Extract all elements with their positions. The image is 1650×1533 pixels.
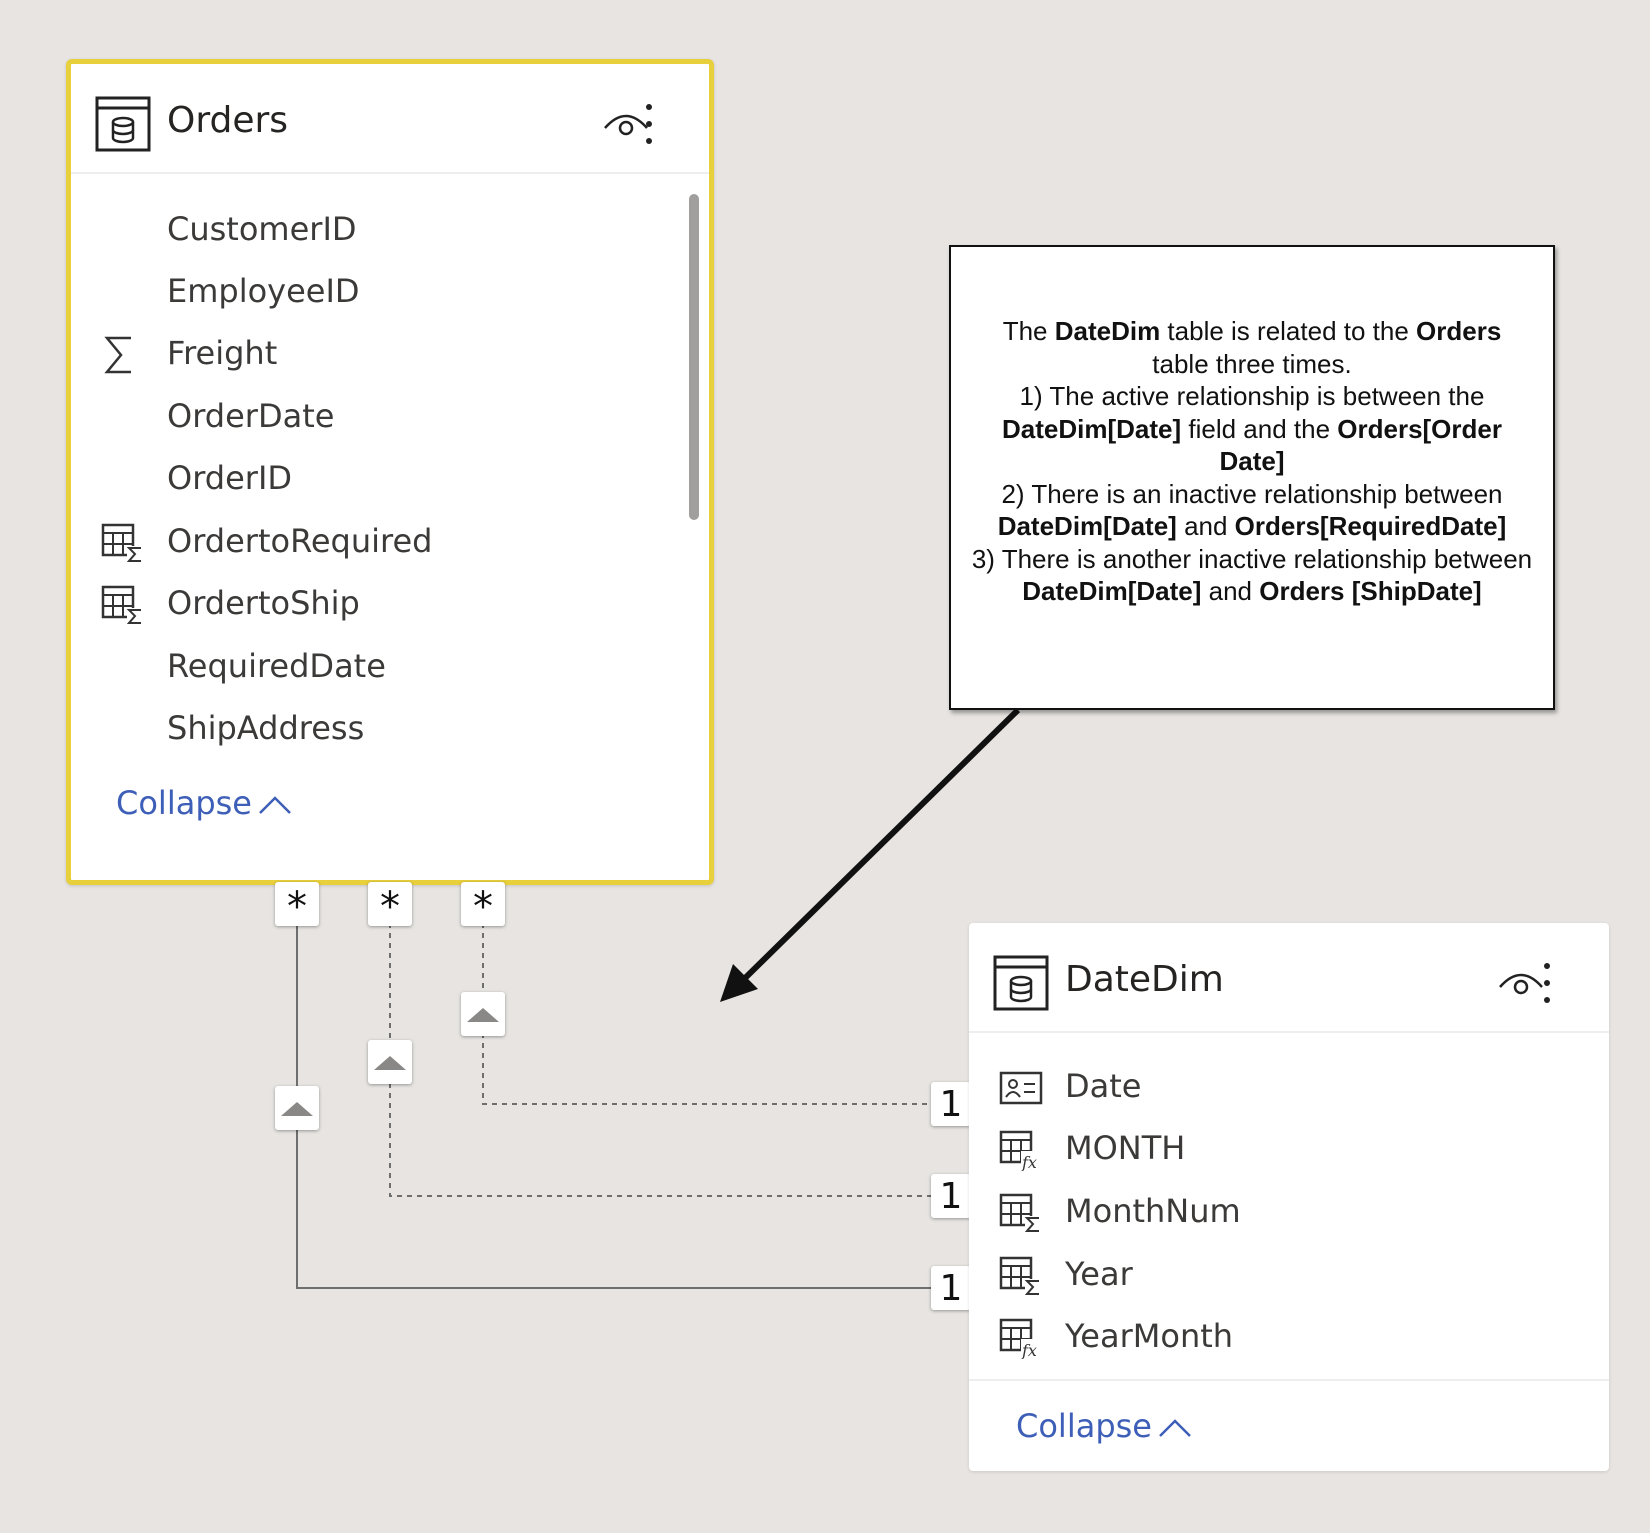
- annotation-fragment: The: [1002, 316, 1055, 346]
- annotation-bold: Orders [ShipDate]: [1259, 576, 1482, 606]
- svg-text:fx: fx: [1021, 1153, 1037, 1171]
- cross-filter-direction-button[interactable]: [461, 992, 505, 1036]
- scrollbar[interactable]: [689, 194, 699, 520]
- calculated-column-sum-icon: [101, 585, 143, 624]
- divider: [969, 1379, 1609, 1381]
- field-month[interactable]: fx MONTH: [969, 1119, 1569, 1179]
- field-name: RequiredDate: [167, 647, 386, 685]
- calculated-column-fx-icon: fx: [999, 1318, 1043, 1359]
- field-ordertorequired[interactable]: OrdertoRequired: [71, 512, 671, 572]
- field-name: Year: [1065, 1255, 1133, 1293]
- chevron-up-icon: [259, 796, 291, 814]
- collapse-label: Collapse: [1016, 1407, 1152, 1445]
- field-name: Date: [1065, 1067, 1142, 1105]
- annotation-bold: DateDim: [1054, 316, 1161, 346]
- field-name: MonthNum: [1065, 1192, 1241, 1230]
- field-monthnum[interactable]: MonthNum: [969, 1182, 1569, 1242]
- field-name: YearMonth: [1065, 1317, 1234, 1355]
- key-column-icon: [999, 1071, 1043, 1105]
- annotation-fragment: 1) The active relationship is between th…: [1019, 381, 1485, 411]
- sigma-icon: [104, 336, 131, 374]
- datedim-table-header: DateDim: [969, 923, 1609, 1033]
- many-cardinality-badge: *: [275, 882, 319, 930]
- calculated-column-sum-icon: [999, 1193, 1041, 1232]
- field-requireddate[interactable]: RequiredDate: [71, 637, 671, 697]
- many-cardinality-badge: *: [461, 882, 505, 930]
- annotation-fragment: table is related to the: [1160, 316, 1417, 346]
- field-name: EmployeeID: [167, 272, 360, 310]
- annotation-bold: Orders: [1416, 316, 1502, 346]
- annotation-fragment: field and the: [1181, 413, 1338, 444]
- filter-direction-up-icon: [467, 1008, 499, 1022]
- orders-table-card[interactable]: Orders CustomerID EmployeeID Freight Ord…: [66, 59, 714, 885]
- field-customerid[interactable]: CustomerID: [71, 200, 671, 260]
- field-name: OrderID: [167, 459, 293, 497]
- many-cardinality-badge: *: [368, 882, 412, 930]
- table-icon: [95, 96, 151, 152]
- one-cardinality-badge: 1: [931, 1266, 971, 1310]
- collapse-button[interactable]: Collapse: [1016, 1407, 1192, 1445]
- orders-table-header: Orders: [71, 64, 709, 174]
- field-yearmonth[interactable]: fx YearMonth: [969, 1307, 1569, 1367]
- annotation-fragment: 2) There is an inactive relationship bet…: [1001, 478, 1503, 509]
- field-name: OrderDate: [167, 397, 335, 435]
- annotation-text: The DateDim table is related to the Orde…: [971, 315, 1533, 608]
- annotation-fragment: and: [1176, 511, 1235, 541]
- field-name: Freight: [167, 334, 278, 372]
- field-name: OrdertoShip: [167, 584, 360, 622]
- datedim-table-title: DateDim: [1065, 959, 1224, 1000]
- field-freight[interactable]: Freight: [71, 324, 671, 384]
- annotation-fragment: and: [1201, 576, 1260, 606]
- field-name: MONTH: [1065, 1129, 1186, 1167]
- field-date[interactable]: Date: [969, 1057, 1569, 1117]
- table-icon: [993, 955, 1049, 1011]
- svg-text:fx: fx: [1021, 1341, 1037, 1359]
- filter-direction-up-icon: [374, 1056, 406, 1070]
- field-employeeid[interactable]: EmployeeID: [71, 262, 671, 322]
- cross-filter-direction-button[interactable]: [275, 1086, 319, 1130]
- field-name: ShipAddress: [167, 709, 365, 747]
- calculated-column-sum-icon: [999, 1256, 1041, 1295]
- calculated-column-fx-icon: fx: [999, 1130, 1043, 1171]
- cross-filter-direction-button[interactable]: [368, 1040, 412, 1084]
- field-orderdate[interactable]: OrderDate: [71, 387, 671, 447]
- annotation-callout: The DateDim table is related to the Orde…: [949, 245, 1555, 710]
- field-name: OrdertoRequired: [167, 522, 433, 560]
- one-cardinality-badge: 1: [931, 1174, 971, 1218]
- field-orderid[interactable]: OrderID: [71, 449, 671, 509]
- relationship-line-inactive-ship[interactable]: [482, 903, 935, 1105]
- annotation-bold: DateDim[Date]: [1022, 576, 1202, 606]
- filter-direction-up-icon: [281, 1102, 313, 1116]
- annotation-bold: Orders[RequiredDate]: [1234, 511, 1507, 541]
- field-shipaddress[interactable]: ShipAddress: [71, 699, 671, 759]
- field-name: CustomerID: [167, 210, 357, 248]
- annotation-bold: DateDim[Date]: [997, 511, 1177, 541]
- chevron-up-icon: [1159, 1419, 1191, 1437]
- more-options-icon[interactable]: [1537, 961, 1557, 1005]
- field-year[interactable]: Year: [969, 1245, 1569, 1305]
- annotation-bold: DateDim[Date]: [1001, 413, 1182, 444]
- collapse-label: Collapse: [116, 784, 252, 822]
- orders-table-title: Orders: [167, 100, 289, 141]
- collapse-button[interactable]: Collapse: [116, 784, 292, 822]
- calculated-column-sum-icon: [101, 523, 143, 562]
- annotation-fragment: 3) There is another inactive relationshi…: [971, 543, 1533, 574]
- field-ordertoship[interactable]: OrdertoShip: [71, 574, 671, 634]
- annotation-fragment: table three times.: [1152, 348, 1352, 379]
- one-cardinality-badge: 1: [931, 1082, 971, 1126]
- more-options-icon[interactable]: [639, 102, 659, 146]
- datedim-table-card[interactable]: DateDim Date fx MONTH MonthNum Year fx Y…: [969, 923, 1609, 1471]
- relationship-line-active[interactable]: [296, 903, 935, 1289]
- relationship-line-inactive-required[interactable]: [389, 903, 935, 1197]
